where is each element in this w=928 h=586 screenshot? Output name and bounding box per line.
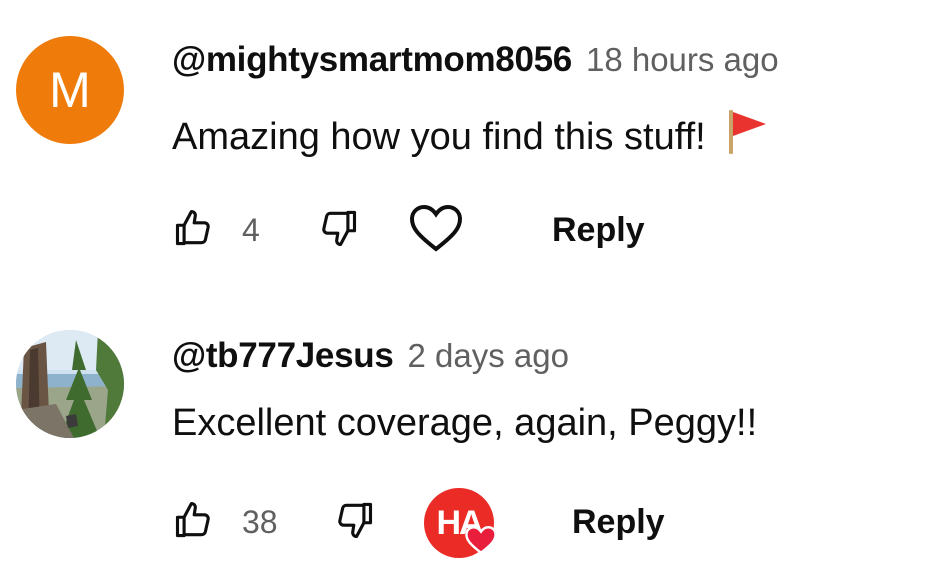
- comment-actions: 38 HA Reply: [172, 488, 872, 558]
- avatar[interactable]: M: [16, 36, 124, 144]
- dislike-button[interactable]: [332, 492, 376, 552]
- avatar-letter: M: [49, 62, 91, 118]
- thumbs-up-icon: [172, 206, 216, 255]
- creator-heart-badge[interactable]: HA: [424, 488, 500, 564]
- comment-text-content: Excellent coverage, again, Peggy!!: [172, 402, 758, 444]
- comment-thread: M @mightysmartmom8056 18 hours ago Amazi…: [0, 0, 928, 290]
- comment-actions: 4 Reply: [172, 200, 872, 260]
- thumbs-up-icon: [172, 498, 216, 547]
- thumbs-down-icon: [316, 206, 360, 255]
- landscape-photo-avatar: [16, 330, 124, 438]
- like-count: 38: [242, 503, 278, 540]
- heart-outline-icon: [408, 203, 464, 258]
- like-count: 4: [242, 211, 260, 248]
- thumbs-down-icon: [332, 498, 376, 547]
- like-button[interactable]: [172, 200, 216, 260]
- avatar[interactable]: [16, 330, 124, 438]
- like-button[interactable]: [172, 492, 216, 552]
- comment-thread: @tb777Jesus 2 days ago Excellent coverag…: [0, 290, 928, 586]
- comment-header: @mightysmartmom8056 18 hours ago: [172, 40, 779, 80]
- dislike-button[interactable]: [316, 200, 360, 260]
- comment-timestamp[interactable]: 18 hours ago: [586, 41, 779, 79]
- comment-text: Excellent coverage, again, Peggy!!: [172, 402, 757, 445]
- comment-author[interactable]: @tb777Jesus: [172, 336, 394, 376]
- comment-text: Amazing how you find this stuff!: [172, 108, 768, 166]
- comment-timestamp[interactable]: 2 days ago: [408, 337, 569, 375]
- heart-button[interactable]: [408, 200, 464, 260]
- comment-header: @tb777Jesus 2 days ago: [172, 336, 569, 376]
- reply-button[interactable]: Reply: [572, 492, 665, 552]
- comment-text-content: Amazing how you find this stuff!: [172, 115, 706, 158]
- creator-avatar: HA: [424, 488, 500, 564]
- heart-filled-icon: [464, 524, 498, 561]
- red-flag-icon: [726, 108, 768, 166]
- reply-button[interactable]: Reply: [552, 200, 645, 260]
- comment-author[interactable]: @mightysmartmom8056: [172, 40, 572, 80]
